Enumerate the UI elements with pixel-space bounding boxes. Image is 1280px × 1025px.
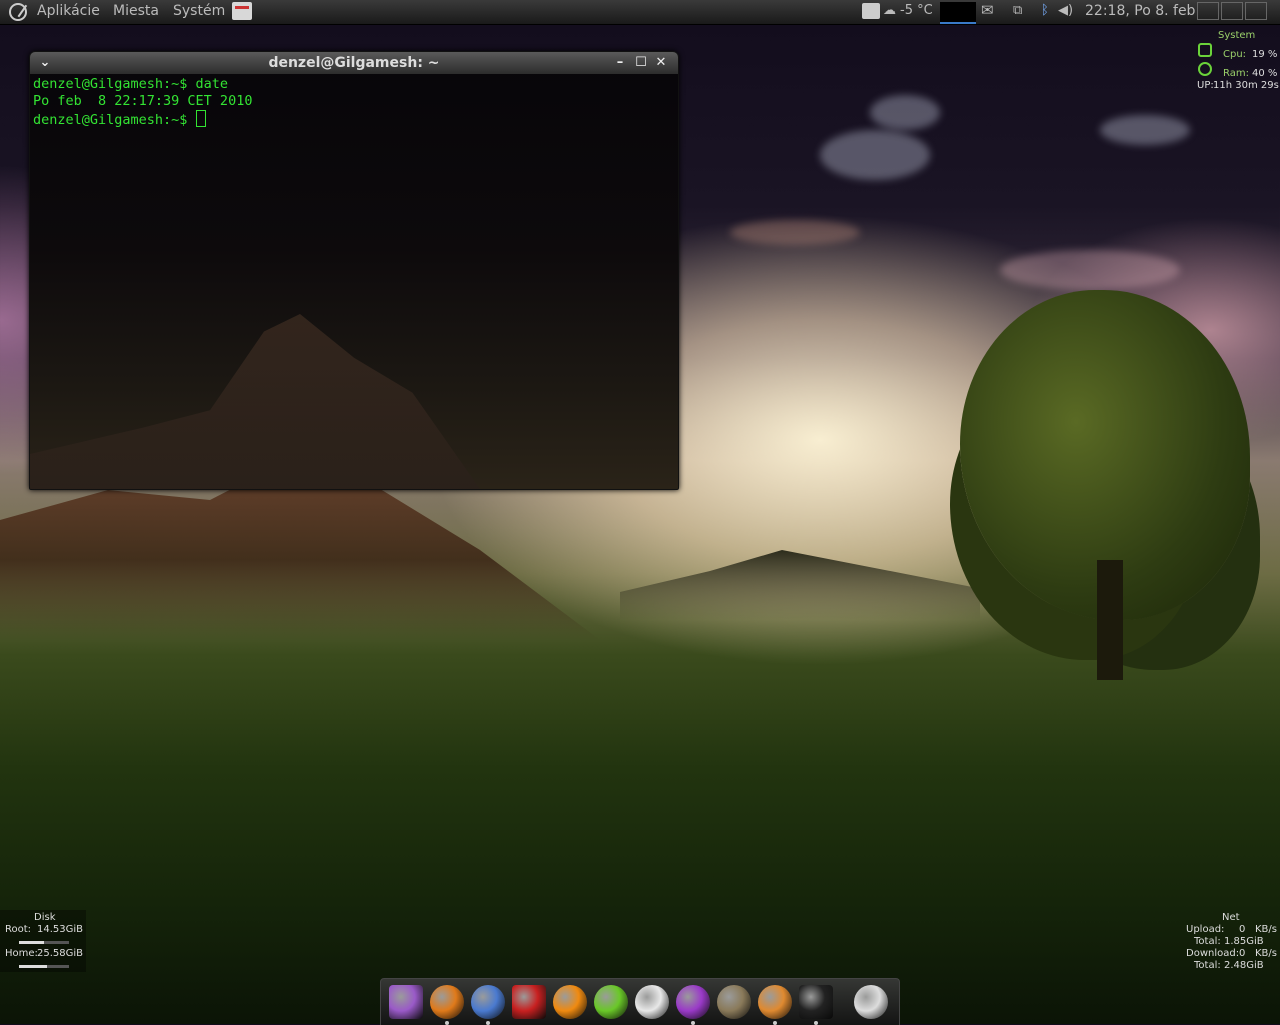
conky-net-panel: Net Upload: 0 KB/s Total: 1.85GiB Downlo… (1180, 910, 1280, 974)
network-icon[interactable]: ⧉ (1013, 3, 1022, 18)
mail-icon[interactable]: ✉ (981, 1, 994, 19)
clock-icon[interactable] (854, 985, 888, 1019)
running-indicator (773, 1021, 777, 1025)
system-monitor-graph[interactable] (940, 2, 976, 24)
download-value: 0 (1239, 948, 1246, 959)
upload-value: 0 (1239, 924, 1246, 935)
top-panel: Aplikácie Miesta Systém ☁ -5 °C ✉ ⧉ ᛒ ◀)… (0, 0, 1280, 25)
conky-disk-header: Disk (34, 912, 56, 923)
volume-icon[interactable]: ◀) (1058, 3, 1073, 18)
ram-label: Ram: (1223, 68, 1249, 79)
conky-system-header: System (1218, 30, 1256, 41)
terminal-background-mountain (30, 314, 480, 489)
bluetooth-icon[interactable]: ᛒ (1041, 3, 1049, 18)
terminal-line: denzel@Gilgamesh:~$ date (33, 76, 229, 92)
menu-places[interactable]: Miesta (113, 3, 159, 19)
home-usage-bar (19, 965, 69, 968)
running-indicator (691, 1021, 695, 1025)
clock[interactable]: 22:18, Po 8. feb (1085, 3, 1195, 19)
menu-applications[interactable]: Aplikácie (37, 3, 100, 19)
dock (380, 978, 900, 1025)
download-unit: KB/s (1255, 948, 1277, 959)
tiles-icon[interactable] (512, 985, 546, 1019)
ubuntu-logo-icon[interactable] (9, 3, 27, 21)
chromium-icon[interactable] (471, 985, 505, 1019)
running-indicator (486, 1021, 490, 1025)
gimp-icon[interactable] (717, 985, 751, 1019)
conky-disk-panel: Disk Root: 14.53GiB Home: 25.58GiB (0, 910, 86, 972)
terminal-title: denzel@Gilgamesh: ~ (268, 55, 440, 71)
uptime-value: 11h 30m 29s (1213, 80, 1279, 91)
ram-value: 40 % (1252, 68, 1278, 79)
upload-label: Upload: (1186, 924, 1225, 935)
home-usage-fill (19, 965, 47, 968)
root-label: Root: (5, 924, 32, 935)
home-value: 25.58GiB (37, 948, 84, 959)
text-cursor (195, 110, 206, 127)
alert-chat-icon[interactable] (676, 985, 710, 1019)
cloud (820, 130, 930, 180)
terminal-prompt-line: denzel@Gilgamesh:~$ (33, 110, 675, 129)
cloud (870, 95, 940, 130)
temperature[interactable]: -5 °C (900, 3, 933, 18)
terminal-body[interactable]: denzel@Gilgamesh:~$ date Po feb 8 22:17:… (30, 74, 678, 489)
minimize-icon[interactable]: – (611, 54, 629, 72)
cloud (1000, 250, 1180, 290)
ram-icon (1198, 62, 1212, 76)
window-menu-icon[interactable]: ⌄ (36, 54, 54, 72)
menu-system[interactable]: Systém (173, 3, 225, 19)
settings-icon[interactable] (389, 985, 423, 1019)
download-total-label: Total: (1194, 960, 1221, 971)
vlc-icon[interactable] (553, 985, 587, 1019)
terminal-icon[interactable] (799, 985, 833, 1019)
hills (620, 550, 980, 620)
tree-trunk (1097, 560, 1123, 680)
terminal-titlebar[interactable]: ⌄ denzel@Gilgamesh: ~ – ☐ ✕ (30, 52, 678, 74)
workspace-3[interactable] (1245, 2, 1267, 20)
upload-total: 1.85GiB (1224, 936, 1264, 947)
uptime-label: UP: (1197, 80, 1214, 91)
root-value: 14.53GiB (37, 924, 84, 935)
play-icon[interactable] (594, 985, 628, 1019)
root-usage-fill (19, 941, 44, 944)
network-manager-icon[interactable] (862, 3, 880, 19)
firefox-icon[interactable] (430, 985, 464, 1019)
download-label: Download: (1186, 948, 1240, 959)
upload-total-label: Total: (1194, 936, 1221, 947)
nautilus-icon[interactable] (758, 985, 792, 1019)
cloud (1100, 115, 1190, 145)
chat-x-icon[interactable] (635, 985, 669, 1019)
cpu-value: 19 % (1252, 49, 1278, 60)
maximize-icon[interactable]: ☐ (632, 54, 650, 72)
terminal-prompt: denzel@Gilgamesh:~$ (33, 112, 196, 128)
cpu-icon (1198, 43, 1212, 57)
workspace-1[interactable] (1197, 2, 1219, 20)
terminal-line: Po feb 8 22:17:39 CET 2010 (33, 93, 253, 109)
upload-unit: KB/s (1255, 924, 1277, 935)
running-indicator (814, 1021, 818, 1025)
download-total: 2.48GiB (1224, 960, 1264, 971)
cpu-label: Cpu: (1223, 49, 1247, 60)
conky-net-header: Net (1222, 912, 1240, 923)
home-label: Home: (5, 948, 38, 959)
close-icon[interactable]: ✕ (652, 54, 670, 72)
terminal-window[interactable]: ⌄ denzel@Gilgamesh: ~ – ☐ ✕ denzel@Gilga… (29, 51, 679, 490)
conky-system-panel: System Cpu: 19 % Ram: 40 % UP: 11h 30m 2… (1193, 30, 1279, 96)
workspace-2[interactable] (1221, 2, 1243, 20)
cloud (730, 220, 860, 245)
launcher-icon[interactable] (232, 2, 252, 20)
root-usage-bar (19, 941, 69, 944)
weather-icon[interactable]: ☁ (883, 3, 896, 18)
running-indicator (445, 1021, 449, 1025)
